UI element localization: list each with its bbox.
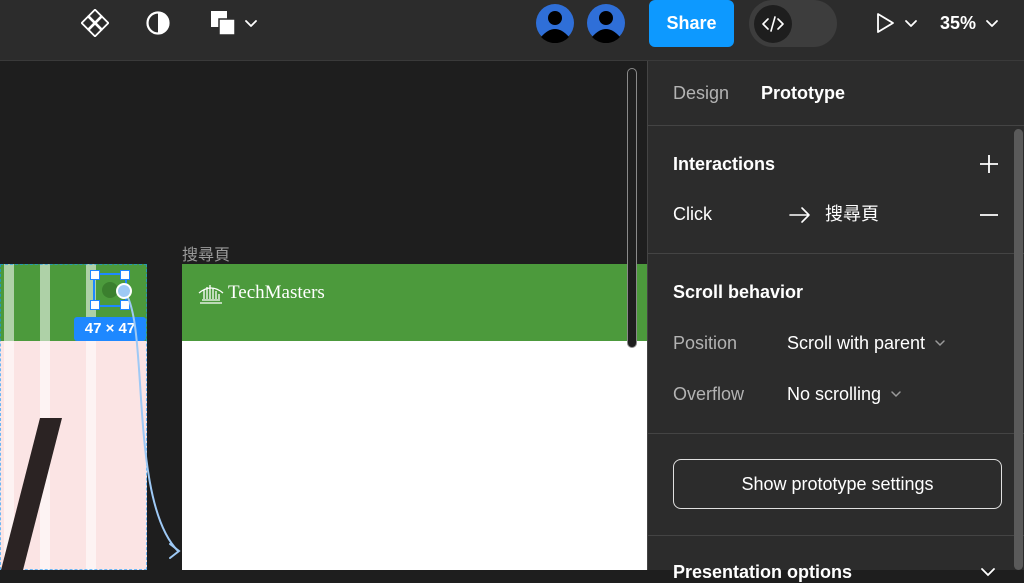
properties-panel: Design Prototype Interactions Click 搜尋頁 … [647, 61, 1024, 582]
dev-mode-toggle[interactable] [749, 0, 837, 47]
avatar[interactable] [586, 3, 626, 43]
position-label: Position [673, 333, 738, 353]
divider [648, 253, 1024, 254]
chevron-down-icon[interactable] [978, 562, 998, 582]
zoom-menu[interactable]: 35% [940, 8, 1016, 38]
remove-interaction-icon[interactable] [978, 204, 1000, 226]
interaction-destination: 搜尋頁 [825, 204, 879, 224]
canvas-scrollbar[interactable] [627, 68, 637, 348]
scroll-behavior-title: Scroll behavior [673, 282, 804, 302]
presentation-options-title[interactable]: Presentation options [673, 561, 852, 583]
component-icon[interactable] [76, 8, 114, 38]
divider [648, 125, 1024, 126]
site-header: TechMasters [182, 264, 647, 341]
toolbar: Share 35% [0, 0, 1024, 61]
share-label: Share [666, 13, 717, 33]
divider [648, 535, 1024, 536]
add-interaction-icon[interactable] [978, 153, 1000, 175]
overflow-select[interactable]: No scrolling [787, 380, 903, 408]
zoom-level: 35% [940, 12, 977, 33]
logo-icon [198, 285, 224, 304]
avatar-icon [587, 4, 625, 43]
interactions-title: Interactions [673, 154, 776, 174]
search-page-frame[interactable]: TechMasters [182, 264, 647, 570]
avatar-icon [536, 4, 574, 43]
chevron-down-icon [891, 391, 901, 398]
prototype-connection[interactable] [0, 261, 200, 570]
show-prototype-settings-button[interactable]: Show prototype settings [673, 459, 1002, 509]
shape-icon [211, 11, 257, 36]
avatar[interactable] [535, 3, 575, 43]
play-icon [877, 13, 917, 33]
present-button[interactable] [870, 8, 922, 38]
tab-prototype[interactable]: Prototype [761, 82, 845, 104]
panel-scrollbar[interactable] [1014, 129, 1023, 570]
divider [648, 433, 1024, 434]
shape-tool-button[interactable] [206, 8, 262, 38]
logo-text: TechMasters [228, 282, 325, 303]
code-icon [754, 4, 792, 43]
contrast-icon[interactable] [140, 8, 176, 38]
canvas[interactable]: 47 × 47 搜尋頁 TechMasters [0, 61, 647, 570]
position-select[interactable]: Scroll with parent [787, 329, 947, 357]
arrow-right-icon [789, 207, 810, 223]
frame-label[interactable]: 搜尋頁 [182, 241, 230, 265]
chevron-down-icon [935, 340, 945, 347]
interaction-row[interactable]: Click 搜尋頁 [648, 195, 1024, 235]
overflow-label: Overflow [673, 384, 745, 404]
share-button[interactable]: Share [649, 0, 734, 47]
interaction-trigger: Click [673, 204, 712, 224]
chevron-down-icon [986, 20, 998, 27]
connection-handle[interactable] [116, 283, 132, 299]
tab-design[interactable]: Design [673, 82, 729, 104]
